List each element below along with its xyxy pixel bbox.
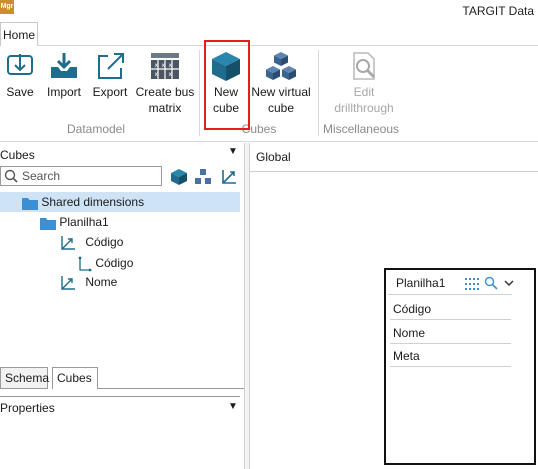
tab-cubes[interactable]: Cubes: [52, 367, 98, 389]
import-button[interactable]: Import: [42, 46, 86, 116]
search-icon: [4, 169, 18, 183]
virtual-cube-icon[interactable]: [194, 168, 212, 186]
import-label: Import: [46, 85, 81, 99]
field-divider: [390, 343, 511, 344]
tree-item-label: Código: [85, 235, 124, 249]
export-icon: [98, 53, 124, 79]
edit-drillthrough-button[interactable]: Edit drillthrough: [328, 46, 400, 116]
drillthrough-icon: [353, 52, 376, 80]
edit-drillthrough-label: Edit drillthrough: [334, 85, 394, 115]
global-label: Global: [256, 150, 291, 164]
group-label-datamodel: Datamodel: [66, 122, 126, 136]
save-icon: [7, 54, 33, 75]
chevron-down-icon[interactable]: [504, 279, 514, 287]
import-icon: [51, 53, 77, 78]
dimension-icon: [61, 275, 75, 290]
svg-text:x: x: [169, 62, 173, 69]
group-label-miscellaneous: Miscellaneous: [322, 122, 400, 136]
export-button[interactable]: Export: [88, 46, 132, 116]
global-divider: [250, 171, 538, 172]
tab-home[interactable]: Home: [0, 22, 38, 46]
ribbon-separator: [318, 50, 319, 136]
svg-text:x: x: [162, 62, 166, 69]
svg-text:x: x: [155, 62, 159, 69]
create-bus-matrix-label: Create bus matrix: [135, 85, 195, 115]
tree-item-codigo-level[interactable]: Código: [78, 254, 133, 272]
new-cube-highlight-box: [204, 40, 250, 130]
table-field-nome[interactable]: Nome: [393, 326, 425, 340]
tab-schema[interactable]: Schema: [0, 367, 49, 389]
cube-icon[interactable]: [170, 168, 188, 186]
export-label: Export: [92, 85, 128, 99]
caret-down-icon[interactable]: ▼: [228, 146, 238, 157]
tree-item-label: Nome: [85, 275, 118, 289]
tree-item-planilha1[interactable]: Planilha1: [40, 213, 109, 231]
table-field-meta[interactable]: Meta: [393, 349, 420, 363]
tree-item-codigo-dimension[interactable]: Código: [60, 233, 123, 251]
field-divider: [390, 319, 511, 320]
virtual-cube-icon: [266, 52, 296, 80]
table-box-title: Planilha1: [396, 276, 446, 290]
create-bus-matrix-button[interactable]: x x x x x Create bus matrix: [134, 46, 196, 116]
svg-text:x: x: [155, 71, 159, 78]
app-icon[interactable]: Mgr: [0, 0, 14, 14]
new-virtual-cube-button[interactable]: New virtual cube: [248, 46, 314, 116]
folder-icon: [22, 197, 38, 210]
caret-down-icon[interactable]: ▼: [228, 401, 238, 412]
level-icon: [78, 256, 92, 272]
tree-item-label: Código: [95, 256, 134, 270]
grid-icon[interactable]: [465, 278, 481, 290]
properties-label: Properties: [0, 401, 55, 415]
tabs-baseline: [98, 388, 244, 389]
field-divider: [390, 366, 511, 367]
bus-matrix-icon: x x x x x: [151, 53, 179, 79]
panel-header-cubes: Cubes: [0, 148, 35, 162]
dimension-icon[interactable]: [220, 168, 238, 186]
ribbon: Save Import Export x x x x x Create bus …: [0, 46, 538, 142]
tree-item-label: Shared dimensions: [41, 195, 145, 209]
ribbon-separator: [199, 50, 200, 136]
search-icon[interactable]: [484, 276, 498, 290]
panel-splitter[interactable]: [244, 143, 250, 469]
folder-icon: [40, 217, 56, 230]
tree-item-label: Planilha1: [59, 215, 109, 229]
new-virtual-cube-label: New virtual cube: [251, 85, 311, 115]
save-label: Save: [6, 85, 34, 99]
table-field-codigo[interactable]: Código: [393, 302, 431, 316]
tree-item-shared-dimensions[interactable]: Shared dimensions: [22, 193, 144, 211]
save-button[interactable]: Save: [0, 46, 40, 116]
window-title: TARGIT Data: [462, 4, 534, 18]
svg-text:x: x: [169, 71, 173, 78]
title-bar: [0, 0, 538, 22]
tree-item-nome-dimension[interactable]: Nome: [60, 273, 117, 291]
table-box-header-divider: [388, 294, 512, 295]
search-input[interactable]: [22, 168, 160, 184]
dimension-icon: [61, 235, 75, 250]
